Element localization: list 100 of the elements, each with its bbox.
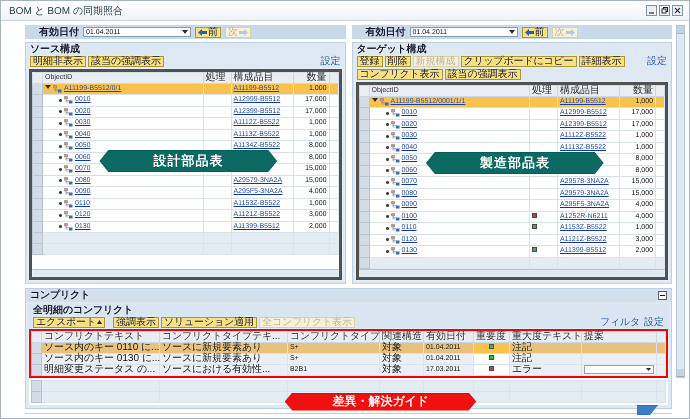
structure-icon <box>390 144 400 152</box>
row-selector[interactable] <box>32 210 42 221</box>
row-selector[interactable] <box>32 232 42 244</box>
table-cell: ソースにおける有効性... <box>160 364 288 375</box>
bullet-icon <box>59 168 62 170</box>
callout-tooltip: 製造部品表 <box>426 152 604 174</box>
previous-button[interactable]: 前 <box>522 26 548 38</box>
callout-tooltip: 差異・解決ガイド <box>284 392 476 410</box>
toolbar-button[interactable]: 該当の強調表示 <box>444 69 520 80</box>
row-selector[interactable] <box>32 106 42 118</box>
column-header[interactable]: 重要度 <box>474 331 510 342</box>
column-header[interactable]: 関連構造 <box>380 331 424 342</box>
column-header[interactable]: 処理 <box>530 86 558 96</box>
structure-icon <box>64 165 73 173</box>
row-selector[interactable] <box>32 364 42 375</box>
bullet-icon <box>59 144 62 148</box>
column-header[interactable]: 処理 <box>203 72 231 84</box>
row-selector[interactable] <box>359 257 369 268</box>
row-selector[interactable] <box>359 108 369 119</box>
row-selector[interactable] <box>359 176 369 188</box>
bullet-icon <box>59 133 62 136</box>
row-selector[interactable] <box>32 391 42 402</box>
column-header[interactable]: 構成品目 <box>558 86 620 96</box>
row-selector[interactable] <box>32 244 42 254</box>
settings-link[interactable]: 設定 <box>320 56 340 67</box>
restore-icon[interactable] <box>659 5 670 16</box>
toolbar-button[interactable]: コンフリクト表示 <box>356 69 442 80</box>
table-cell: 注記 <box>510 342 582 353</box>
row-selector[interactable] <box>359 188 369 200</box>
row-selector[interactable] <box>359 246 369 257</box>
row-selector[interactable] <box>32 129 42 140</box>
scrollbar[interactable] <box>32 268 338 276</box>
row-selector[interactable] <box>32 164 42 175</box>
column-header[interactable]: 提案 <box>582 331 656 342</box>
structure-icon <box>64 188 73 196</box>
right-arrow-icon <box>566 28 574 36</box>
structure-icon <box>64 119 73 127</box>
toolbar-button[interactable]: エクスポート <box>33 316 105 328</box>
structure-icon <box>390 212 400 220</box>
row-selector[interactable] <box>32 186 42 198</box>
table-cell: エラー <box>510 364 582 375</box>
close-icon[interactable] <box>672 5 683 16</box>
structure-icon <box>390 166 400 174</box>
row-selector[interactable] <box>32 342 42 353</box>
toolbar-button[interactable]: 明細非表示 <box>30 56 86 67</box>
settings-link[interactable]: 設定 <box>647 56 667 67</box>
toolbar-button[interactable]: ソリューション適用 <box>161 316 257 328</box>
column-header[interactable]: コンフリクトテキスト <box>42 331 160 342</box>
row-selector[interactable] <box>32 353 42 364</box>
row-selector[interactable] <box>359 154 369 165</box>
scrollbar[interactable] <box>676 25 685 378</box>
row-selector[interactable] <box>359 211 369 222</box>
row-selector[interactable] <box>359 142 369 154</box>
row-selector[interactable] <box>32 380 42 391</box>
column-header[interactable]: コンフリクトタイプテキ... <box>160 331 288 342</box>
filter-link[interactable]: フィルタ <box>600 316 640 328</box>
bullet-icon <box>386 226 388 230</box>
minimize-icon[interactable] <box>646 5 657 16</box>
table-cell: 明細変更ステータス の... <box>42 364 160 375</box>
toolbar-button[interactable]: 登録 <box>356 56 382 67</box>
column-header[interactable]: 構成品目 <box>231 72 293 84</box>
toolbar-button[interactable]: 削除 <box>384 56 410 67</box>
bullet-icon <box>386 204 388 206</box>
row-selector[interactable] <box>359 130 369 142</box>
column-header[interactable]: 重大度テキスト <box>510 331 582 342</box>
row-selector[interactable] <box>359 165 369 176</box>
row-selector[interactable] <box>359 200 369 211</box>
column-header[interactable]: 有効日付 <box>424 331 474 342</box>
structure-icon <box>390 236 400 244</box>
toolbar-button[interactable]: クリップボードにコピー <box>460 56 576 67</box>
table-cell: ソースに新規要素あり <box>160 353 288 364</box>
row-selector[interactable] <box>359 222 369 234</box>
structure-icon <box>64 176 73 184</box>
settings-link[interactable]: 設定 <box>644 316 664 328</box>
column-header[interactable]: 数量 <box>620 86 656 96</box>
structure-icon <box>390 155 400 163</box>
row-selector[interactable] <box>32 140 42 152</box>
row-selector[interactable] <box>32 118 42 129</box>
previous-button[interactable]: 前 <box>195 26 221 38</box>
row-selector[interactable] <box>359 234 369 246</box>
structure-icon <box>390 201 400 209</box>
structure-icon <box>390 109 400 117</box>
bullet-icon <box>59 179 62 182</box>
bullet-icon <box>59 214 62 216</box>
row-selector[interactable] <box>32 152 42 164</box>
row-selector[interactable] <box>32 175 42 186</box>
row-selector[interactable] <box>359 119 369 130</box>
row-selector[interactable] <box>32 221 42 232</box>
toolbar-button[interactable]: 該当の強調表示 <box>88 56 164 67</box>
row-selector[interactable] <box>32 94 42 106</box>
column-header[interactable]: 数量 <box>293 72 329 84</box>
collapse-icon[interactable] <box>658 290 667 300</box>
row-selector[interactable] <box>32 198 42 210</box>
table-cell: 注記 <box>510 353 582 364</box>
left-arrow-icon <box>198 28 207 36</box>
proposal-dropdown[interactable] <box>584 365 654 374</box>
toolbar-button[interactable]: 強調表示 <box>113 316 159 328</box>
column-header[interactable]: コンフリクトタイプ <box>288 331 380 342</box>
toolbar-button[interactable]: 詳細表示 <box>578 56 624 67</box>
callout-tooltip: 設計部品表 <box>99 150 278 172</box>
